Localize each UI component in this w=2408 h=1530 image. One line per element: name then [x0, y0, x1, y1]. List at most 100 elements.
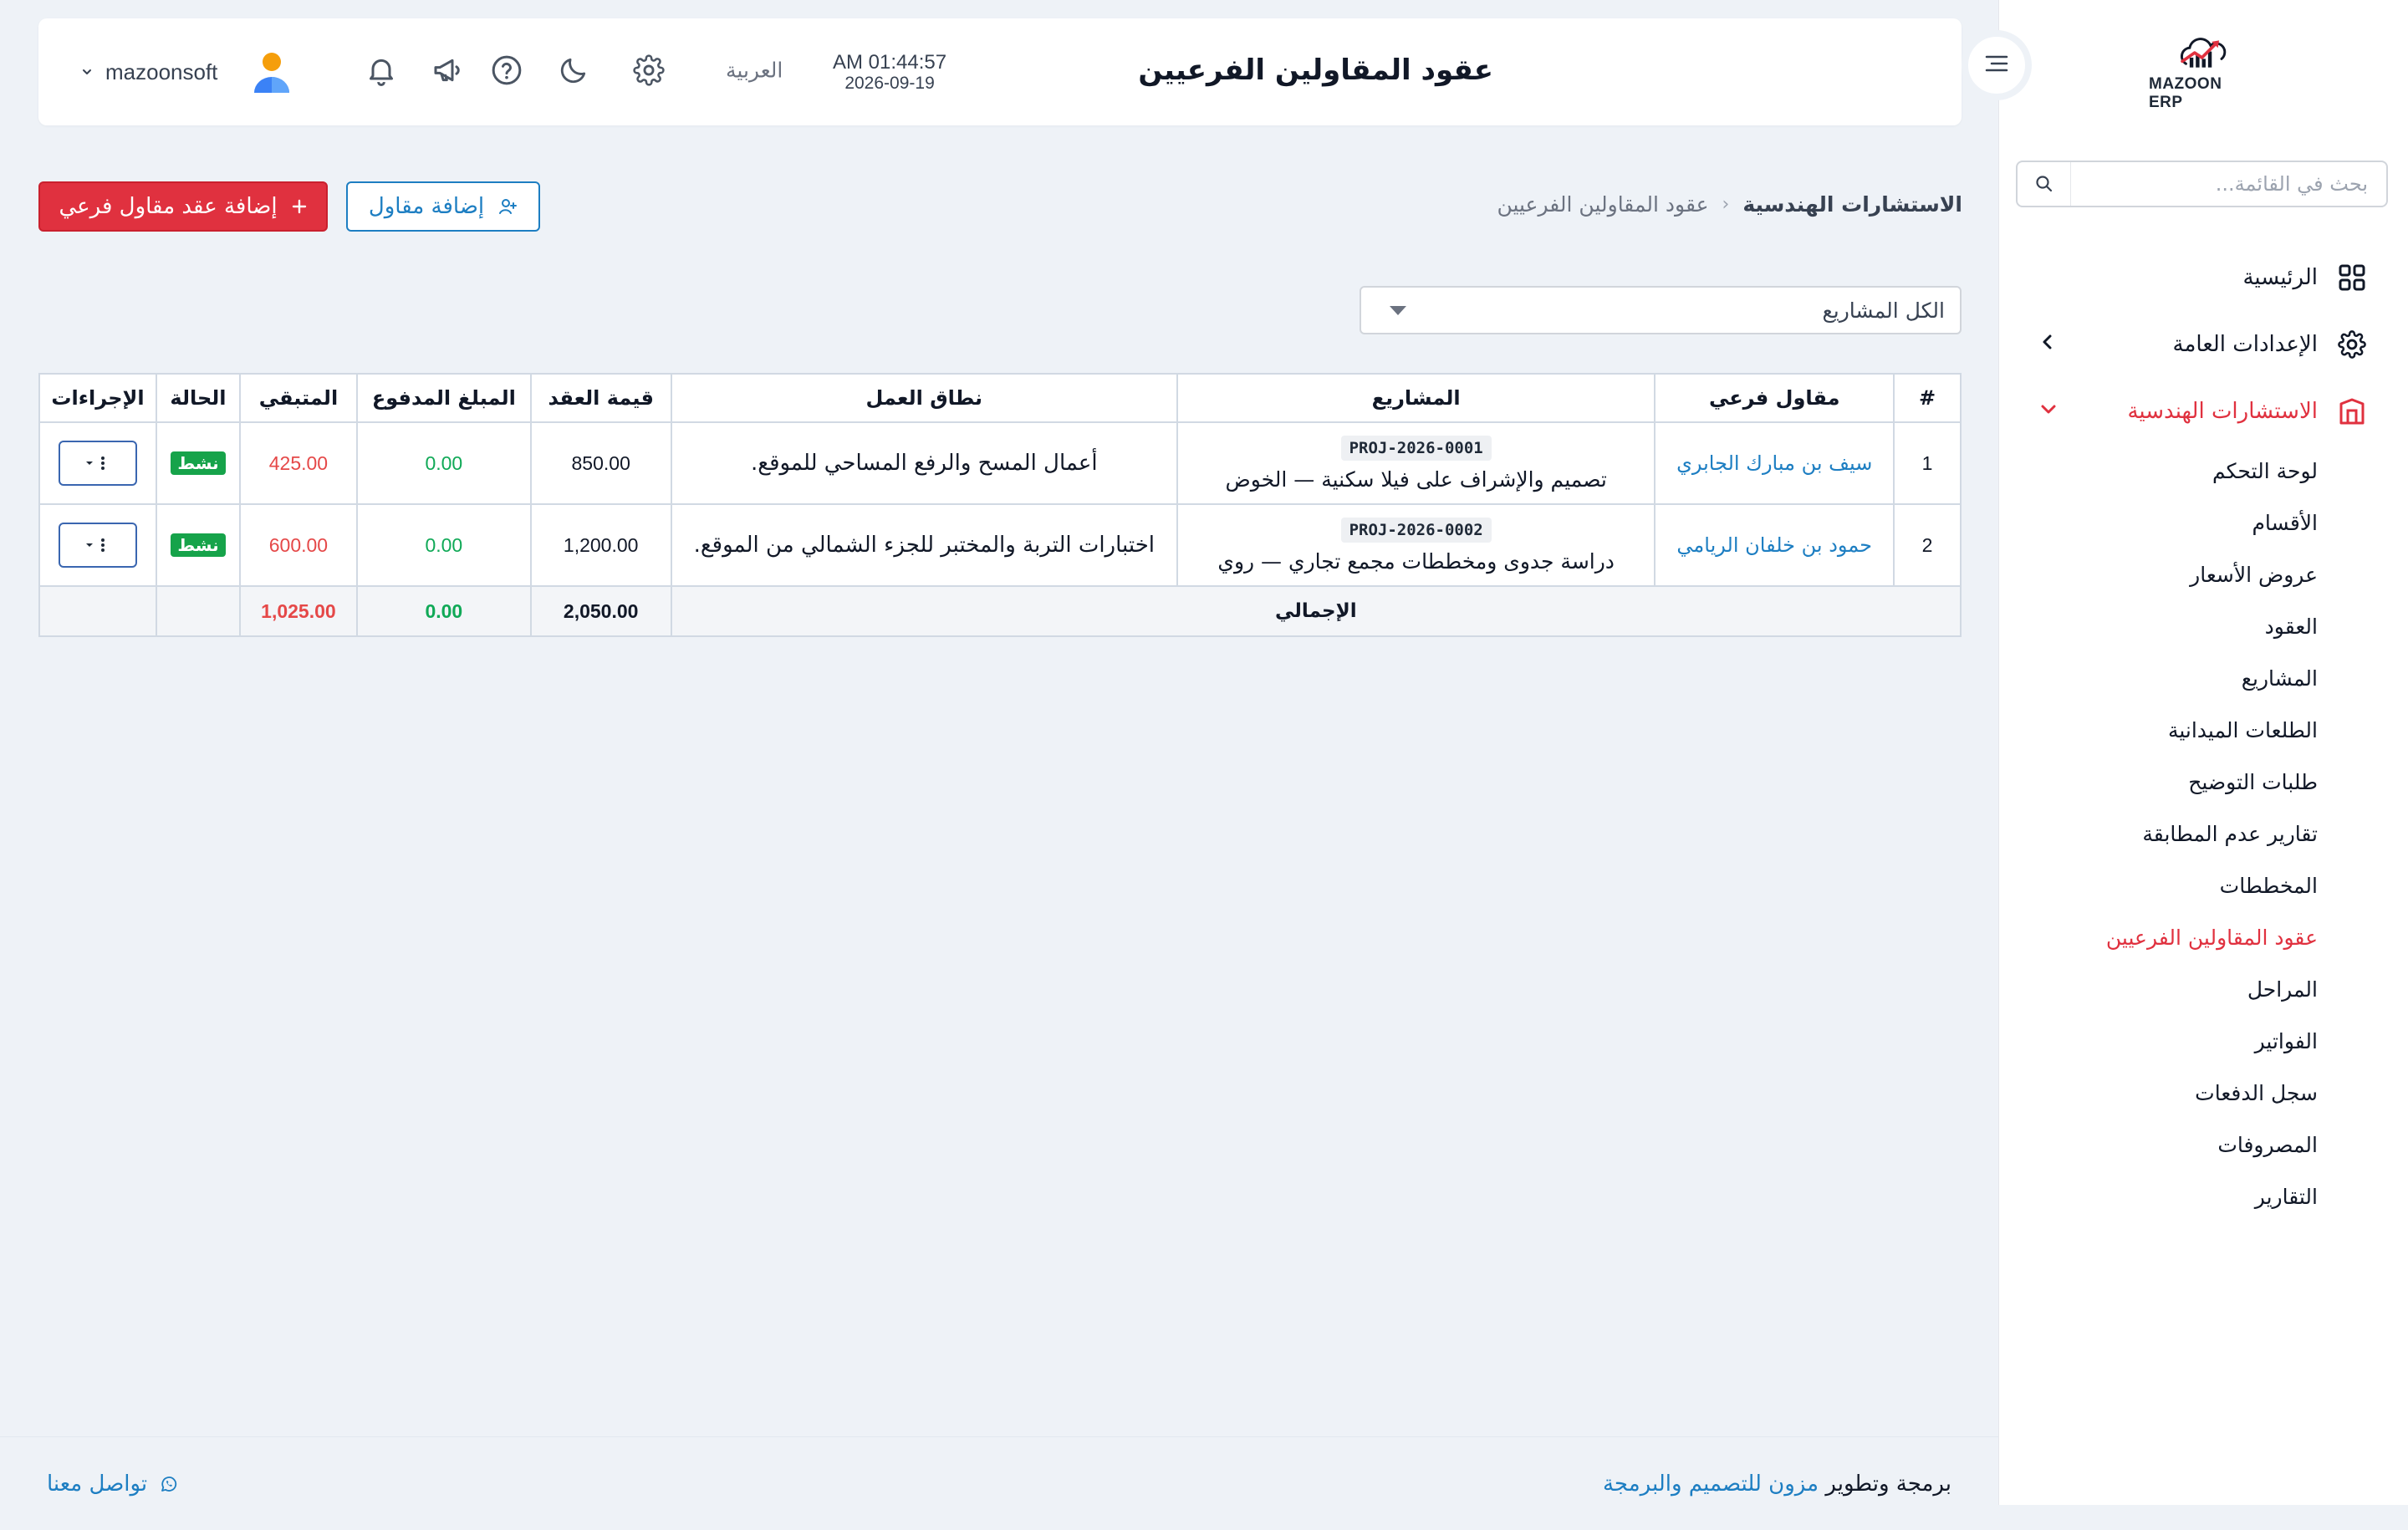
- add-contractor-button[interactable]: إضافة مقاول: [346, 181, 540, 232]
- sidebar-subitem-phases[interactable]: المراحل: [1998, 963, 2318, 1015]
- project-code: PROJ-2026-0001: [1340, 435, 1492, 461]
- whatsapp-icon: [159, 1474, 179, 1494]
- paid-cell: 0.00: [355, 503, 532, 587]
- col-header-status: الحالة: [156, 373, 241, 423]
- footer-credit: برمجة وتطوير مزون للتصميم والبرمجة: [1603, 1471, 1951, 1497]
- sidebar-item-label: الإعدادات العامة: [2172, 332, 2318, 357]
- sidebar-search: [2016, 161, 2388, 207]
- chevron-down-icon: [80, 65, 94, 79]
- menu-icon: [1983, 52, 2010, 79]
- logo[interactable]: MAZOON ERP: [2149, 37, 2258, 112]
- sidebar-item-label: الرئيسية: [2242, 265, 2318, 290]
- col-header-paid: المبلغ المدفوع: [355, 373, 532, 423]
- clock-time: AM 01:44:57: [833, 51, 947, 74]
- sidebar-item-settings[interactable]: الإعدادات العامة: [1998, 311, 2408, 378]
- grid-icon: [2336, 262, 2368, 293]
- table-row: 1 سيف بن مبارك الجابري PROJ-2026-0001 تص…: [38, 421, 1962, 505]
- user-plus-icon: [497, 196, 518, 217]
- remaining-cell: 425.00: [238, 421, 358, 505]
- gear-icon: [2336, 329, 2368, 360]
- col-header-scope: نطاق العمل: [670, 373, 1178, 423]
- row-actions-button[interactable]: [59, 523, 137, 568]
- total-paid: 0.00: [355, 585, 532, 637]
- col-header-actions: الإجراءات: [38, 373, 158, 423]
- row-actions-button[interactable]: [59, 441, 137, 486]
- contractor-link[interactable]: حمود بن خلفان الريامي: [1676, 533, 1872, 557]
- col-header-remaining: المتبقي: [238, 373, 358, 423]
- megaphone-icon[interactable]: [430, 52, 467, 89]
- moon-icon[interactable]: [555, 52, 592, 89]
- project-filter-select[interactable]: الكل المشاريع: [1360, 286, 1962, 334]
- more-vertical-icon: [86, 538, 105, 552]
- logo-icon: [2180, 38, 2227, 68]
- sidebar-item-home[interactable]: الرئيسية: [1998, 244, 2408, 311]
- user-menu[interactable]: mazoonsoft: [80, 52, 293, 93]
- add-subcontract-button[interactable]: إضافة عقد مقاول فرعي: [38, 181, 328, 232]
- chevron-left-icon: [2038, 332, 2057, 357]
- caret-down-icon: [1390, 305, 1406, 315]
- sidebar-search-input[interactable]: [2071, 162, 2386, 206]
- project-filter-value: الكل المشاريع: [1822, 298, 1945, 323]
- total-remaining: 1,025.00: [238, 585, 358, 637]
- sidebar-subitem-departments[interactable]: الأقسام: [1998, 497, 2318, 548]
- plus-icon: [291, 198, 308, 215]
- paid-cell: 0.00: [355, 421, 532, 505]
- help-icon[interactable]: [488, 52, 525, 89]
- sidebar-subitem-expenses[interactable]: المصروفات: [1998, 1119, 2318, 1170]
- sidebar-submenu: لوحة التحكم الأقسام عروض الأسعار العقود …: [1998, 445, 2408, 1222]
- project-code: PROJ-2026-0002: [1340, 517, 1492, 543]
- contact-us-label: تواصل معنا: [47, 1471, 148, 1497]
- chevron-left-icon: ‹: [1722, 194, 1730, 215]
- chevron-down-icon: [2038, 399, 2059, 425]
- more-vertical-icon: [86, 456, 105, 470]
- footer-company-link[interactable]: مزون للتصميم والبرمجة: [1603, 1471, 1819, 1497]
- sidebar-subitem-drawings[interactable]: المخططات: [1998, 859, 2318, 911]
- sidebar-subitem-reports[interactable]: التقارير: [1998, 1170, 2318, 1222]
- col-header-projects: المشاريع: [1176, 373, 1656, 423]
- breadcrumb-current: عقود المقاولين الفرعيين: [1497, 192, 1709, 217]
- contractor-link[interactable]: سيف بن مبارك الجابري: [1676, 451, 1872, 475]
- sidebar: MAZOON ERP الرئيسية الإعدادات العامة: [1998, 0, 2408, 1505]
- logo-text: MAZOON ERP: [2149, 75, 2222, 111]
- project-cell: PROJ-2026-0001 تصميم والإشراف على فيلا س…: [1176, 421, 1656, 505]
- contract-value-cell: 850.00: [529, 421, 672, 505]
- project-cell: PROJ-2026-0002 دراسة جدوى ومخططات مجمع ت…: [1176, 503, 1656, 587]
- bell-icon[interactable]: [363, 52, 400, 89]
- language-switch[interactable]: العربية: [726, 59, 783, 83]
- col-header-index: #: [1893, 373, 1962, 423]
- breadcrumb-parent[interactable]: الاستشارات الهندسية: [1742, 192, 1962, 217]
- sidebar-subitem-field-visits[interactable]: الطلعات الميدانية: [1998, 704, 2318, 756]
- footer: برمجة وتطوير مزون للتصميم والبرمجة تواصل…: [0, 1436, 1998, 1530]
- sidebar-subitem-contracts[interactable]: العقود: [1998, 600, 2318, 652]
- clock-date: 2026-09-19: [844, 74, 935, 93]
- settings-gear-icon[interactable]: [630, 52, 667, 89]
- search-icon[interactable]: [2018, 162, 2071, 206]
- scope-cell: أعمال المسح والرفع المساحي للموقع.: [670, 421, 1178, 505]
- header-clock: AM 01:44:57 2026-09-19: [833, 52, 946, 94]
- breadcrumb: الاستشارات الهندسية ‹ عقود المقاولين الف…: [1497, 192, 1962, 217]
- top-header: عقود المقاولين الفرعيين AM 01:44:57 2026…: [38, 18, 1962, 125]
- row-index: 1: [1893, 421, 1962, 505]
- remaining-cell: 600.00: [238, 503, 358, 587]
- contact-us-link[interactable]: تواصل معنا: [47, 1471, 179, 1497]
- status-badge: نشط: [171, 533, 226, 557]
- sidebar-subitem-subcontracts[interactable]: عقود المقاولين الفرعيين: [1998, 911, 2318, 963]
- page-title: عقود المقاولين الفرعيين: [1138, 54, 1493, 87]
- subcontracts-table: # مقاول فرعي المشاريع نطاق العمل قيمة ال…: [38, 373, 1962, 637]
- sidebar-subitem-payments-log[interactable]: سجل الدفعات: [1998, 1067, 2318, 1119]
- contract-value-cell: 1,200.00: [529, 503, 672, 587]
- sidebar-item-engineering[interactable]: الاستشارات الهندسية: [1998, 378, 2408, 445]
- sidebar-subitem-clarifications[interactable]: طلبات التوضيح: [1998, 756, 2318, 808]
- sidebar-subitem-ncr-reports[interactable]: تقارير عدم المطابقة: [1998, 808, 2318, 859]
- sidebar-subitem-projects[interactable]: المشاريع: [1998, 652, 2318, 704]
- total-label: الإجمالي: [670, 585, 1962, 637]
- total-empty-cell: [38, 585, 158, 637]
- sidebar-subitem-dashboard[interactable]: لوحة التحكم: [1998, 445, 2318, 497]
- sidebar-toggle-button[interactable]: [1962, 30, 2032, 100]
- sidebar-subitem-invoices[interactable]: الفواتير: [1998, 1015, 2318, 1067]
- row-index: 2: [1893, 503, 1962, 587]
- sidebar-subitem-quotations[interactable]: عروض الأسعار: [1998, 548, 2318, 600]
- table-row: 2 حمود بن خلفان الريامي PROJ-2026-0002 د…: [38, 503, 1962, 587]
- add-subcontract-label: إضافة عقد مقاول فرعي: [59, 194, 278, 219]
- project-name: دراسة جدوى ومخططات مجمع تجاري — روي: [1217, 548, 1615, 574]
